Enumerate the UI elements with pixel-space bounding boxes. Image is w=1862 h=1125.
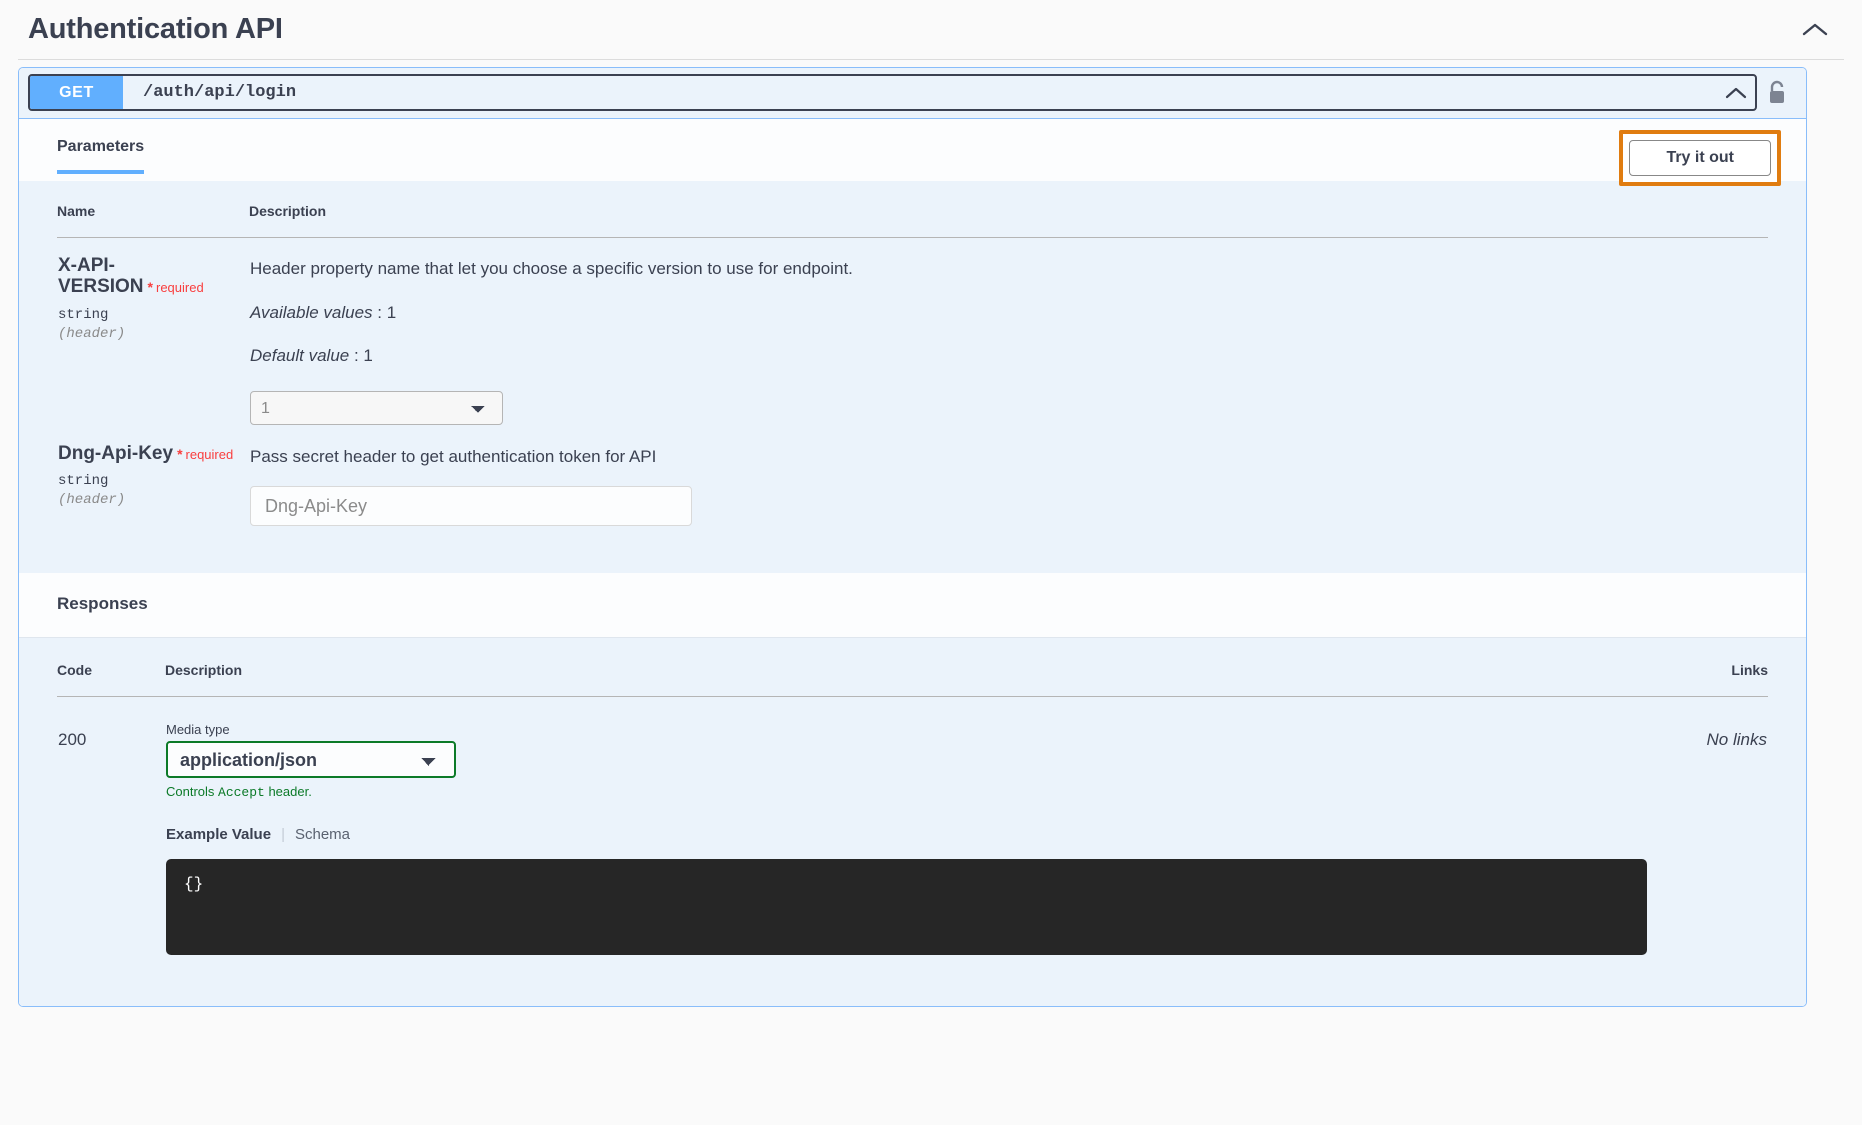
required-asterisk: * (177, 446, 183, 463)
parameters-table-header-row: Name Description (57, 203, 1768, 238)
response-code-cell: 200 (57, 697, 165, 957)
example-tabs: Example Value | Schema (166, 826, 1647, 843)
operation-summary[interactable]: GET /auth/api/login (19, 68, 1806, 119)
chevron-up-icon[interactable] (1798, 13, 1832, 47)
media-type-label: Media type (166, 722, 230, 738)
required-label: required (185, 447, 234, 463)
parameter-description: Header property name that let you choose… (250, 259, 853, 278)
column-header-description: Description (249, 203, 1768, 238)
operation-body: Parameters Try it out Name Description X… (19, 119, 1806, 1007)
parameter-name-text: Dng-Api-Key (58, 443, 174, 465)
column-header-code: Code (57, 662, 165, 698)
endpoint-path: /auth/api/login (143, 83, 297, 102)
responses-section: Code Description Links 200 Media type ap… (19, 637, 1806, 1007)
tab-schema[interactable]: Schema (295, 826, 350, 843)
parameter-name-cell: X-API-VERSION * required string (header) (57, 238, 249, 427)
tag-header[interactable]: Authentication API (0, 0, 1862, 59)
parameter-type: string (58, 473, 109, 490)
required-asterisk: * (147, 279, 153, 296)
parameter-description: Pass secret header to get authentication… (250, 447, 657, 467)
available-values-label: Available values (250, 303, 373, 323)
responses-table: Code Description Links 200 Media type ap… (57, 662, 1768, 956)
parameters-tab-strip: Parameters Try it out (19, 119, 1806, 186)
default-value-sep: : (349, 346, 364, 366)
response-links-cell: No links (1648, 697, 1768, 957)
column-header-description: Description (165, 662, 1648, 698)
try-it-out-button[interactable]: Try it out (1629, 140, 1771, 176)
try-it-out-highlight: Try it out (1619, 130, 1781, 186)
parameter-location: (header) (58, 492, 126, 509)
parameters-table: Name Description X-API-VERSION * required … (57, 203, 1768, 527)
controls-note-prefix: Controls (166, 784, 219, 800)
controls-accept-note: Controls Accept header. (166, 784, 1647, 800)
available-values-value: 1 (386, 303, 397, 323)
table-row: X-API-VERSION * required string (header) H… (57, 238, 1768, 427)
parameter-name: Dng-Api-Key * required (58, 443, 248, 464)
tab-parameters[interactable]: Parameters (57, 138, 145, 174)
default-value-value: 1 (363, 346, 373, 366)
no-links-text: No links (1706, 730, 1767, 750)
default-value-label: Default value (250, 346, 350, 366)
example-value-code: {} (184, 875, 204, 894)
controls-note-suffix: header. (264, 784, 312, 800)
example-value-code-block[interactable]: {} (166, 859, 1647, 956)
parameter-location: (header) (58, 325, 126, 342)
tag-divider (18, 59, 1844, 60)
column-header-name: Name (57, 203, 249, 238)
operation-chevron-up-icon[interactable] (1717, 86, 1755, 100)
x-api-version-select[interactable]: 1 (250, 391, 503, 426)
responses-table-header-row: Code Description Links (57, 662, 1768, 698)
page-title: Authentication API (28, 13, 283, 45)
operation-summary-inner[interactable]: GET /auth/api/login (28, 74, 1757, 111)
parameter-type: string (58, 306, 109, 323)
table-row: 200 Media type application/json Controls… (57, 697, 1768, 957)
available-values-line: Available values : 1 (250, 303, 1767, 323)
table-row: Dng-Api-Key * required string (header) Pas… (57, 426, 1768, 527)
response-code: 200 (58, 730, 87, 750)
default-value-line: Default value : 1 (250, 346, 1767, 366)
required-label: required (155, 280, 204, 296)
http-method-badge: GET (30, 76, 123, 109)
operation-block: GET /auth/api/login Parameters Try it ou… (18, 67, 1807, 1008)
available-values-sep: : (372, 303, 387, 323)
response-description-cell: Media type application/json Controls Acc… (165, 697, 1648, 957)
unlocked-padlock-icon[interactable] (1757, 80, 1797, 106)
media-type-select[interactable]: application/json (166, 741, 456, 779)
parameter-name-text: X-API-VERSION (58, 255, 144, 298)
responses-title: Responses (57, 594, 148, 614)
tab-example-value[interactable]: Example Value (166, 826, 271, 843)
dng-api-key-input[interactable] (250, 486, 692, 527)
parameters-section: Name Description X-API-VERSION * required … (19, 181, 1806, 573)
responses-header: Responses (19, 572, 1806, 638)
example-tabs-divider: | (281, 826, 285, 844)
column-header-links: Links (1648, 662, 1768, 698)
parameter-description-cell: Header property name that let you choose… (249, 238, 1768, 427)
parameter-name: X-API-VERSION * required (58, 255, 248, 298)
parameter-name-cell: Dng-Api-Key * required string (header) (57, 426, 249, 527)
parameter-description-cell: Pass secret header to get authentication… (249, 426, 1768, 527)
controls-note-code: Accept (218, 785, 265, 801)
